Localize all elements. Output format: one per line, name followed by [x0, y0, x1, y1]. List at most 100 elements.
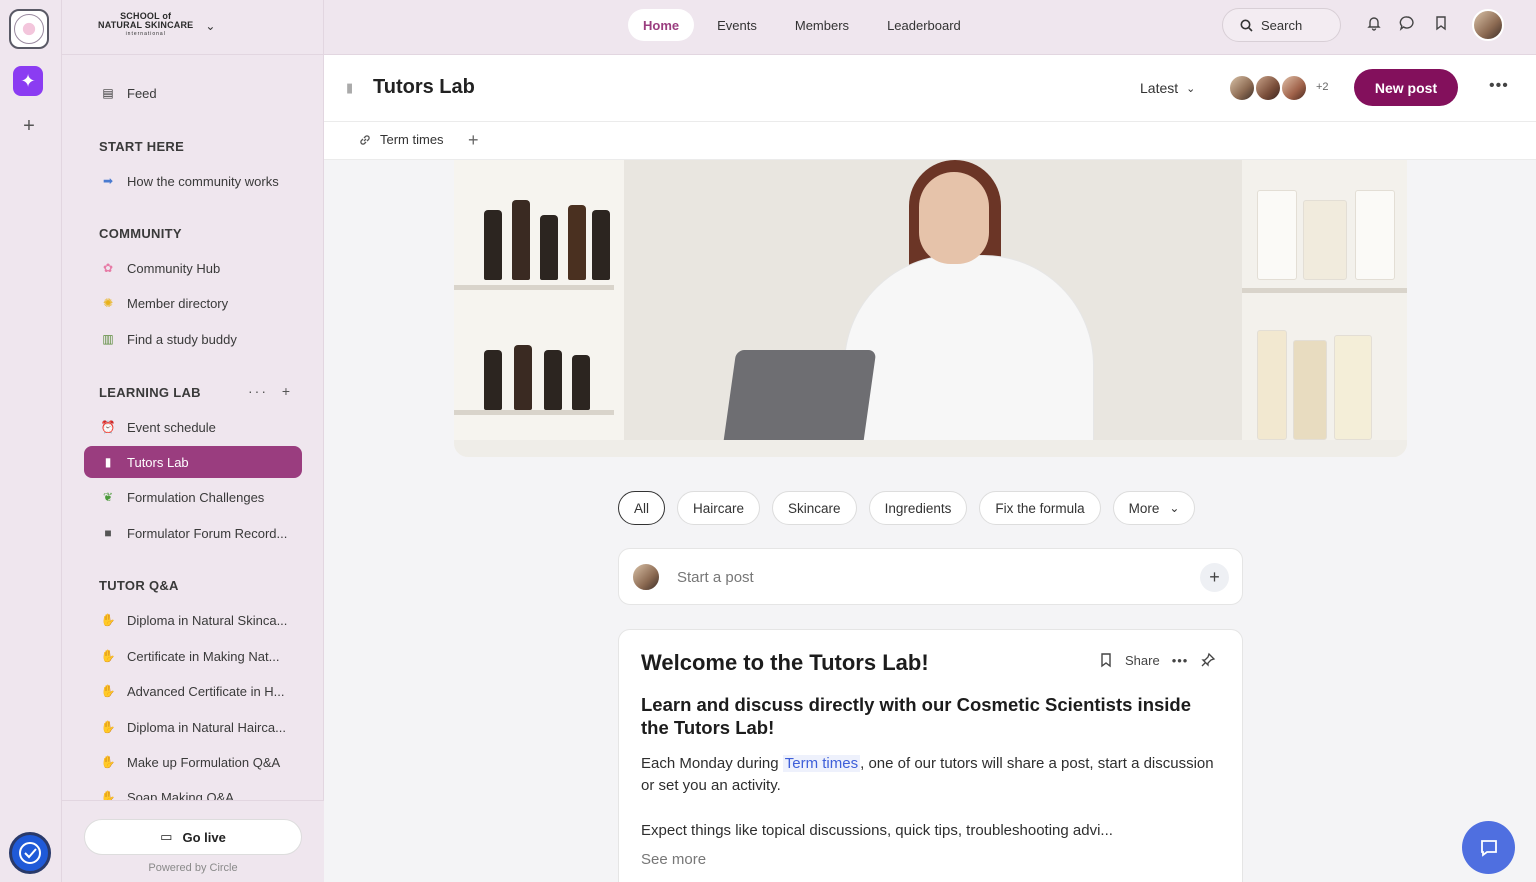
sidebar-item-label: How the community works: [127, 173, 279, 189]
sidebar-item-community-hub[interactable]: ✿ Community Hub: [84, 252, 302, 284]
sidebar-item-label: Member directory: [127, 295, 229, 311]
tab-events[interactable]: Events: [702, 9, 772, 41]
filter-ingredients[interactable]: Ingredients: [868, 491, 968, 525]
feed-icon: ▤: [102, 86, 114, 100]
link-term-times[interactable]: Term times: [358, 132, 444, 147]
add-icon[interactable]: +: [1200, 563, 1229, 592]
more-options-icon[interactable]: •••: [1489, 77, 1509, 95]
accessibility-button[interactable]: [9, 832, 51, 874]
filter-fix-the-formula[interactable]: Fix the formula: [979, 491, 1101, 525]
post-subtitle: Learn and discuss directly with our Cosm…: [641, 694, 1192, 738]
notifications-bell-icon[interactable]: [1364, 15, 1384, 35]
tab-leaderboard[interactable]: Leaderboard: [872, 9, 976, 41]
ai-sparkle-button[interactable]: ✦: [13, 66, 43, 96]
books-icon: ▥: [102, 332, 114, 346]
go-live-button[interactable]: ▭ Go live: [84, 819, 302, 855]
sidebar-item-label: Soap Making Q&A: [127, 789, 234, 801]
post-actions: Share •••: [1099, 652, 1216, 668]
space-header: ▮ Tutors Lab Latest ⌄ +2 New post •••: [324, 55, 1536, 122]
filter-haircare[interactable]: Haircare: [677, 491, 761, 525]
brand-switcher[interactable]: SCHOOL of NATURAL SKINCARE international…: [98, 12, 215, 39]
sidebar-item-label: Diploma in Natural Hairca...: [127, 719, 286, 735]
avatar: [1254, 74, 1282, 102]
post-title[interactable]: Welcome to the Tutors Lab!: [641, 650, 929, 676]
sidebar-item-diploma-skincare[interactable]: ✋ Diploma in Natural Skinca...: [84, 604, 302, 636]
section-title-community: COMMUNITY: [99, 226, 182, 241]
filter-more-label: More: [1128, 500, 1160, 516]
filter-all[interactable]: All: [618, 491, 666, 525]
sidebar-item-label: Event schedule: [127, 419, 216, 435]
go-live-label: Go live: [182, 829, 226, 845]
sidebar-item-label: Tutors Lab: [127, 454, 189, 470]
space-members[interactable]: [1228, 74, 1308, 102]
more-options-icon[interactable]: •••: [1172, 653, 1189, 668]
chevron-down-icon: ⌄: [1169, 501, 1180, 515]
alarm-clock-icon: ⏰: [100, 420, 116, 434]
sidebar-item-how-community-works[interactable]: ➡ How the community works: [84, 165, 302, 197]
filter-more[interactable]: More ⌄: [1112, 491, 1196, 525]
sidebar-item-find-study-buddy[interactable]: ▥ Find a study buddy: [84, 323, 302, 355]
sidebar: SCHOOL of NATURAL SKINCARE international…: [62, 0, 324, 882]
community-logo-button[interactable]: [9, 9, 49, 49]
space-links-bar: Term times +: [324, 122, 1536, 160]
brand-logo: SCHOOL of NATURAL SKINCARE international: [98, 11, 194, 38]
seedling-icon: ❦: [102, 490, 114, 504]
new-post-button[interactable]: New post: [1354, 69, 1458, 106]
section-title-start-here: START HERE: [99, 139, 185, 154]
section-actions: ··· +: [248, 383, 292, 399]
avatar: [1228, 74, 1256, 102]
avatar: [1280, 74, 1308, 102]
add-link-button[interactable]: +: [468, 130, 479, 151]
user-avatar[interactable]: [1472, 9, 1504, 41]
topic-filters: All Haircare Skincare Ingredients Fix th…: [618, 491, 1196, 525]
add-space-icon[interactable]: +: [282, 383, 292, 399]
tab-home[interactable]: Home: [628, 9, 695, 41]
page-title: Tutors Lab: [373, 76, 475, 98]
sidebar-item-diploma-haircare[interactable]: ✋ Diploma in Natural Hairca...: [84, 711, 302, 743]
search-button[interactable]: Search: [1222, 8, 1341, 42]
sidebar-item-formulation-challenges[interactable]: ❦ Formulation Challenges: [84, 481, 302, 513]
link-label: Term times: [380, 132, 444, 147]
video-icon: ▭: [160, 829, 173, 844]
add-community-button[interactable]: +: [19, 116, 39, 136]
sort-dropdown[interactable]: Latest ⌄: [1140, 80, 1195, 96]
bookmarks-icon[interactable]: [1431, 15, 1451, 35]
sidebar-item-formulator-forum[interactable]: ■ Formulator Forum Record...: [84, 517, 302, 549]
pinned-post: Welcome to the Tutors Lab! Share ••• Lea…: [618, 629, 1243, 882]
sidebar-item-label: Find a study buddy: [127, 331, 237, 347]
sidebar-item-feed[interactable]: ▤ Feed: [84, 77, 302, 109]
chat-widget-button[interactable]: [1462, 821, 1515, 874]
search-label: Search: [1261, 17, 1303, 33]
lab-coat-icon: ▮: [104, 455, 112, 469]
member-count-badge: +2: [1316, 81, 1329, 93]
sidebar-item-label: Formulation Challenges: [127, 489, 265, 505]
sidebar-item-makeup-qa[interactable]: ✋ Make up Formulation Q&A: [84, 746, 302, 778]
share-button[interactable]: Share: [1125, 653, 1160, 668]
community-switcher-rail: ✦ +: [0, 0, 62, 882]
filter-skincare[interactable]: Skincare: [772, 491, 857, 525]
sidebar-item-certificate-making[interactable]: ✋ Certificate in Making Nat...: [84, 640, 302, 672]
post-composer[interactable]: Start a post +: [618, 548, 1243, 605]
top-bar: Home Events Members Leaderboard Search: [324, 0, 1536, 55]
pin-icon[interactable]: [1200, 652, 1216, 668]
sidebar-item-advanced-certificate[interactable]: ✋ Advanced Certificate in H...: [84, 675, 302, 707]
community-logo-icon: [14, 14, 44, 44]
bookmark-icon[interactable]: [1099, 652, 1113, 668]
arrow-box-icon: ➡: [102, 174, 114, 188]
sidebar-item-member-directory[interactable]: ✺ Member directory: [84, 287, 302, 319]
see-more-link[interactable]: See more: [641, 851, 706, 868]
term-times-link[interactable]: Term times: [782, 755, 861, 772]
sidebar-item-event-schedule[interactable]: ⏰ Event schedule: [84, 411, 302, 443]
main-content: All Haircare Skincare Ingredients Fix th…: [324, 160, 1536, 882]
more-options-icon[interactable]: ···: [248, 383, 268, 399]
messages-icon[interactable]: [1397, 15, 1417, 35]
tab-members[interactable]: Members: [780, 9, 864, 41]
flower-icon: ✿: [102, 261, 114, 275]
sunflower-icon: ✺: [102, 296, 114, 310]
sort-label: Latest: [1140, 80, 1179, 96]
sidebar-item-soap-making-qa[interactable]: ✋ Soap Making Q&A: [84, 781, 302, 801]
chat-icon: [1480, 839, 1497, 857]
sidebar-item-label: Make up Formulation Q&A: [127, 754, 281, 770]
sidebar-item-tutors-lab[interactable]: ▮ Tutors Lab: [84, 446, 302, 478]
sidebar-nav: ▤ Feed START HERE ➡ How the community wo…: [62, 70, 324, 800]
